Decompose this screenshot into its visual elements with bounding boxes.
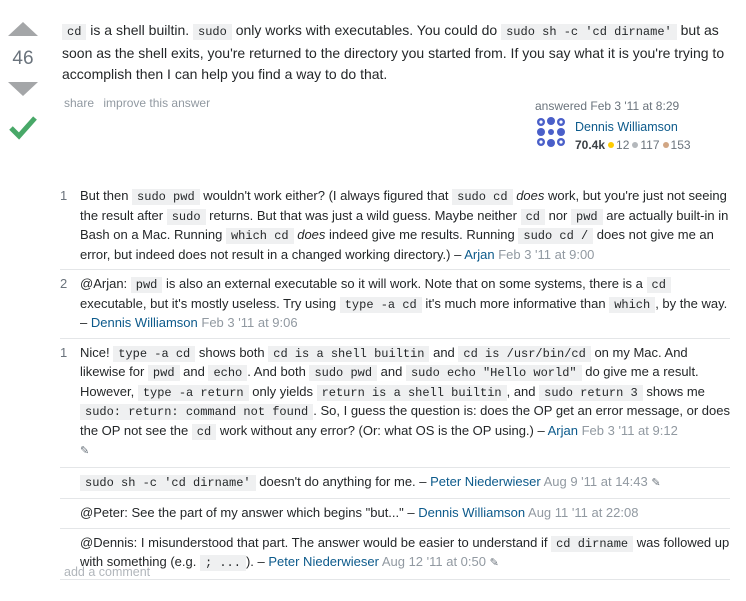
- user-reputation: 70.4k 12 117 153: [575, 138, 691, 152]
- comment: 1 Nice! type -a cd shows both cd is a sh…: [60, 339, 730, 468]
- vote-panel: 46: [8, 22, 38, 145]
- pencil-icon[interactable]: ✎: [651, 477, 660, 489]
- silver-badge-icon: [632, 142, 639, 149]
- inline-code: cd: [62, 24, 87, 40]
- add-comment-link[interactable]: add a comment: [64, 565, 150, 579]
- comment-date[interactable]: Feb 3 '11 at 9:00: [498, 247, 594, 262]
- comment-date[interactable]: Feb 3 '11 at 9:06: [201, 315, 297, 330]
- comment-user-link[interactable]: Peter Niederwieser: [268, 554, 379, 569]
- pencil-icon[interactable]: ✎: [80, 445, 89, 457]
- comment: 2 @Arjan: pwd is also an external execut…: [60, 270, 730, 339]
- improve-answer-link[interactable]: improve this answer: [103, 96, 210, 110]
- upvote-arrow-icon[interactable]: [8, 22, 38, 36]
- comment-user-link[interactable]: Dennis Williamson: [418, 505, 525, 520]
- comment: 1 But then sudo pwd wouldn't work either…: [60, 182, 730, 270]
- share-link[interactable]: share: [64, 96, 94, 110]
- comment-date[interactable]: Feb 3 '11 at 9:12: [582, 423, 678, 438]
- answer-body: cd is a shell builtin. sudo only works w…: [62, 20, 730, 85]
- comment-user-link[interactable]: Arjan: [548, 423, 578, 438]
- comment: @Dennis: I misunderstood that part. The …: [60, 529, 730, 580]
- comment-user-link[interactable]: Peter Niederwieser: [430, 474, 541, 489]
- comment: @Peter: See the part of my answer which …: [60, 499, 730, 529]
- avatar-identicon[interactable]: [535, 116, 567, 148]
- inline-code: sudo: [193, 24, 232, 40]
- comment-score: 1: [60, 188, 68, 203]
- answered-time: answered Feb 3 '11 at 8:29: [535, 99, 680, 113]
- comment-score: 1: [60, 344, 68, 360]
- accepted-check-icon: [9, 116, 37, 140]
- comments-list: 1 But then sudo pwd wouldn't work either…: [60, 182, 730, 580]
- pencil-icon[interactable]: ✎: [490, 557, 499, 569]
- vote-score: 46: [12, 48, 34, 69]
- comment-score: 2: [60, 276, 68, 291]
- post-actions: share improve this answer: [64, 96, 216, 110]
- comment-date[interactable]: Aug 9 '11 at 14:43: [544, 474, 648, 489]
- downvote-arrow-icon[interactable]: [8, 82, 38, 96]
- comment-date[interactable]: Aug 12 '11 at 0:50: [382, 554, 486, 569]
- answer-text: cd is a shell builtin. sudo only works w…: [62, 22, 725, 82]
- user-signature: answered Feb 3 '11 at 8:29 Dennis Willia…: [535, 99, 691, 152]
- comment: sudo sh -c 'cd dirname' doesn't do anyth…: [60, 468, 730, 499]
- comment-date[interactable]: Aug 11 '11 at 22:08: [528, 505, 638, 520]
- gold-badge-icon: [608, 142, 615, 149]
- comment-user-link[interactable]: Arjan: [464, 247, 494, 262]
- bronze-badge-icon: [662, 142, 669, 149]
- inline-code: sudo sh -c 'cd dirname': [501, 24, 677, 40]
- user-name-link[interactable]: Dennis Williamson: [575, 120, 678, 134]
- comment-user-link[interactable]: Dennis Williamson: [91, 315, 198, 330]
